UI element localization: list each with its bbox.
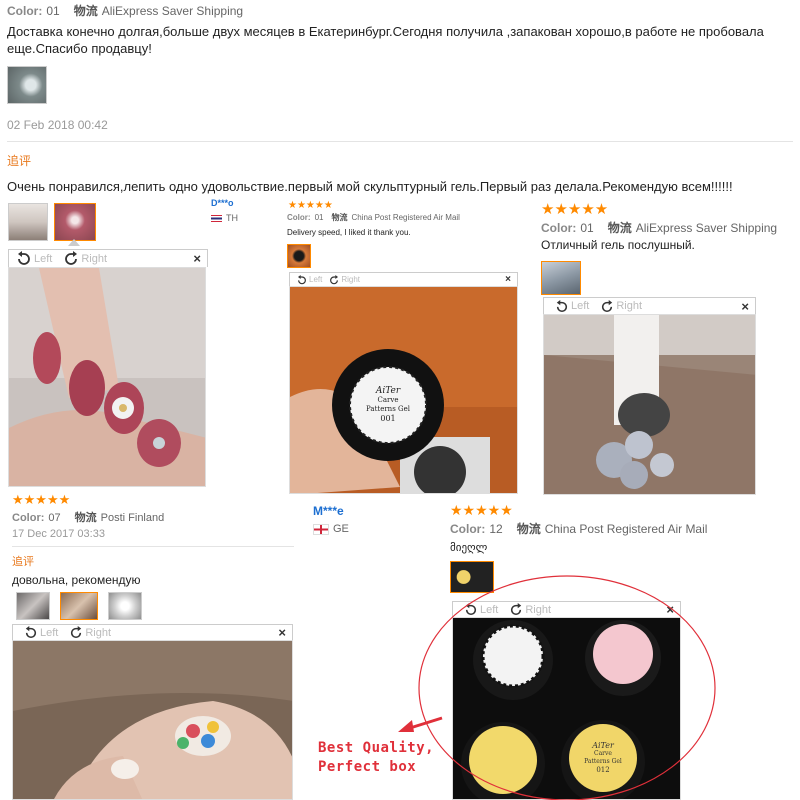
rotate-left-icon bbox=[556, 299, 568, 312]
color-label: Color: bbox=[450, 522, 486, 536]
followup-thumbnail-1[interactable] bbox=[8, 203, 48, 241]
rotate-right-label: Right bbox=[81, 252, 108, 265]
flag-ge-icon bbox=[313, 523, 329, 535]
logistics-label: 物流 bbox=[73, 4, 98, 18]
color-label: Color: bbox=[287, 213, 311, 222]
thumb-pointer bbox=[68, 239, 80, 246]
review-top-text: Доставка конечно долгая,больше двух меся… bbox=[7, 24, 764, 56]
review-top-followup-text: Очень понравился,лепить одно удовольстви… bbox=[7, 179, 733, 194]
rating-stars: ★★★★★ bbox=[541, 201, 609, 218]
color-value: 01 bbox=[314, 213, 324, 222]
review-th-thumbnail[interactable] bbox=[287, 244, 311, 268]
promo-arrow-icon bbox=[398, 716, 443, 732]
promo-circle-highlight bbox=[418, 575, 716, 800]
rotate-left-label: Left bbox=[571, 300, 590, 312]
review-right-meta: Color: 01 物流 AliExpress Saver Shipping bbox=[541, 219, 777, 236]
close-icon[interactable]: × bbox=[278, 625, 286, 640]
review-photo-flower-nail bbox=[12, 640, 293, 800]
review-ge-meta: Color: 12 物流 China Post Registered Air Mail bbox=[450, 520, 707, 537]
rotate-right-icon bbox=[65, 251, 78, 265]
rotate-right-icon bbox=[71, 626, 82, 639]
close-icon[interactable]: × bbox=[741, 299, 749, 314]
color-label: Color: bbox=[7, 4, 43, 18]
rotate-left-icon bbox=[18, 251, 30, 265]
color-label: Color: bbox=[12, 512, 45, 524]
rotate-left-button[interactable]: Left bbox=[15, 251, 52, 266]
close-icon[interactable]: × bbox=[193, 251, 201, 266]
logistics-label: 物流 bbox=[331, 213, 348, 222]
review-finland-meta: Color: 07 物流 Posti Finland bbox=[12, 509, 164, 525]
photo-viewer-toolbar: Left Right × bbox=[543, 297, 756, 314]
reviewer-country: GE bbox=[313, 523, 349, 535]
rotate-right-label: Right bbox=[341, 275, 361, 284]
shipping-method: AliExpress Saver Shipping bbox=[635, 221, 778, 235]
rotate-right-icon bbox=[330, 274, 339, 284]
followup-thumbnail-2[interactable] bbox=[60, 592, 98, 620]
rating-stars: ★★★★★ bbox=[450, 502, 513, 518]
rotate-left-icon bbox=[298, 274, 306, 284]
shipping-method: China Post Registered Air Mail bbox=[544, 522, 708, 536]
rotate-right-label: Right bbox=[85, 626, 112, 639]
review-th-meta: Color: 01 物流 China Post Registered Air Mail bbox=[287, 212, 460, 223]
close-icon[interactable]: × bbox=[505, 274, 511, 285]
rotate-left-icon bbox=[25, 626, 37, 639]
followup-thumbnail-1[interactable] bbox=[16, 592, 50, 620]
shipping-method: AliExpress Saver Shipping bbox=[101, 4, 244, 18]
color-value: 01 bbox=[46, 4, 60, 18]
color-value: 07 bbox=[48, 512, 61, 524]
review-right-thumbnail[interactable] bbox=[541, 261, 581, 295]
logistics-label: 物流 bbox=[607, 221, 632, 235]
review-th-text: Delivery speed, I liked it thank you. bbox=[287, 228, 411, 237]
review-finland-date: 17 Dec 2017 03:33 bbox=[12, 528, 105, 540]
reviewer-name[interactable]: M***e bbox=[313, 504, 344, 518]
rotate-right-button[interactable]: Right bbox=[62, 251, 107, 266]
color-value: 01 bbox=[580, 221, 594, 235]
followup-label: 追评 bbox=[7, 154, 32, 168]
rotate-left-label: Left bbox=[40, 626, 59, 639]
review-top-meta: Color: 01 物流 AliExpress Saver Shipping bbox=[7, 2, 243, 19]
rotate-right-icon bbox=[602, 299, 613, 312]
review-finland-followup-text: довольна, рекомендую bbox=[12, 573, 141, 587]
photo-viewer-toolbar: Left Right × bbox=[8, 249, 208, 267]
divider bbox=[7, 141, 793, 142]
rotate-left-button[interactable]: Left bbox=[23, 626, 58, 639]
color-value: 12 bbox=[489, 522, 503, 536]
rotate-right-label: Right bbox=[616, 300, 643, 312]
reviewer-country: TH bbox=[211, 213, 238, 223]
rotate-right-button[interactable]: Right bbox=[68, 626, 111, 639]
review-top-date: 02 Feb 2018 00:42 bbox=[7, 118, 108, 132]
review-top-thumbnail[interactable] bbox=[7, 66, 47, 104]
logistics-label: 物流 bbox=[516, 522, 541, 536]
rating-stars: ★★★★★ bbox=[12, 492, 71, 507]
rating-stars: ★★★★★ bbox=[288, 200, 333, 211]
rotate-left-button[interactable]: Left bbox=[554, 299, 590, 313]
photo-viewer-toolbar: Left Right × bbox=[12, 624, 293, 640]
followup-thumbnail-2[interactable] bbox=[54, 203, 96, 241]
followup-label: 追评 bbox=[12, 556, 34, 568]
review-photo-nails-glitter bbox=[8, 267, 206, 487]
product-label: AiTer Carve Patterns Gel 001 bbox=[366, 386, 410, 424]
flag-th-icon bbox=[211, 215, 222, 223]
review-ge-text: მიეღლ bbox=[450, 542, 488, 554]
review-photo-sculpted-roses bbox=[543, 314, 756, 495]
promo-text: Best Quality, Perfect box bbox=[318, 740, 435, 775]
rotate-left-button[interactable]: Left bbox=[296, 274, 323, 285]
color-label: Color: bbox=[541, 221, 577, 235]
photo-viewer-toolbar: Left Right × bbox=[289, 272, 518, 286]
followup-thumbnail-3[interactable] bbox=[108, 592, 142, 620]
rotate-right-button[interactable]: Right bbox=[599, 299, 643, 313]
shipping-method: China Post Registered Air Mail bbox=[351, 213, 460, 222]
rotate-left-label: Left bbox=[34, 252, 53, 265]
review-photo-gel-jar: AiTer Carve Patterns Gel 001 bbox=[289, 286, 518, 494]
reviewer-name[interactable]: D***o bbox=[211, 198, 234, 208]
rotate-right-button[interactable]: Right bbox=[328, 274, 361, 285]
divider bbox=[12, 546, 294, 547]
review-right-text: Отличный гель послушный. bbox=[541, 238, 695, 252]
rotate-left-label: Left bbox=[309, 275, 323, 284]
shipping-method: Posti Finland bbox=[100, 512, 165, 524]
logistics-label: 物流 bbox=[74, 512, 97, 524]
